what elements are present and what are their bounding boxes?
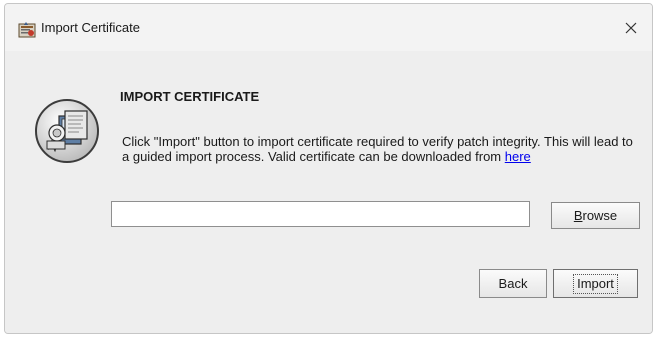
title-bar: Import Certificate: [5, 4, 652, 51]
back-label: Back: [498, 276, 528, 291]
window-title: Import Certificate: [41, 20, 140, 35]
browse-button[interactable]: Browse: [551, 202, 640, 229]
import-label: Import: [573, 273, 618, 294]
browse-label-rest: rowse: [582, 208, 618, 223]
browse-mnemonic: B: [573, 208, 583, 223]
import-certificate-dialog: Import Certificate IMPORT CERTIFICATE Cl…: [4, 3, 653, 334]
import-button[interactable]: Import: [553, 269, 638, 298]
dialog-content: IMPORT CERTIFICATE Click "Import" button…: [5, 51, 652, 333]
close-icon[interactable]: [618, 17, 644, 39]
download-here-link[interactable]: here: [505, 149, 531, 164]
back-button[interactable]: Back: [479, 269, 547, 298]
certificate-app-icon: [18, 21, 36, 39]
dialog-heading: IMPORT CERTIFICATE: [120, 89, 260, 104]
certificate-illustration-icon: [33, 97, 101, 165]
import-instructions: Click "Import" button to import certific…: [122, 134, 642, 164]
certificate-path-input[interactable]: [111, 201, 530, 227]
instructions-text: Click "Import" button to import certific…: [122, 134, 633, 164]
